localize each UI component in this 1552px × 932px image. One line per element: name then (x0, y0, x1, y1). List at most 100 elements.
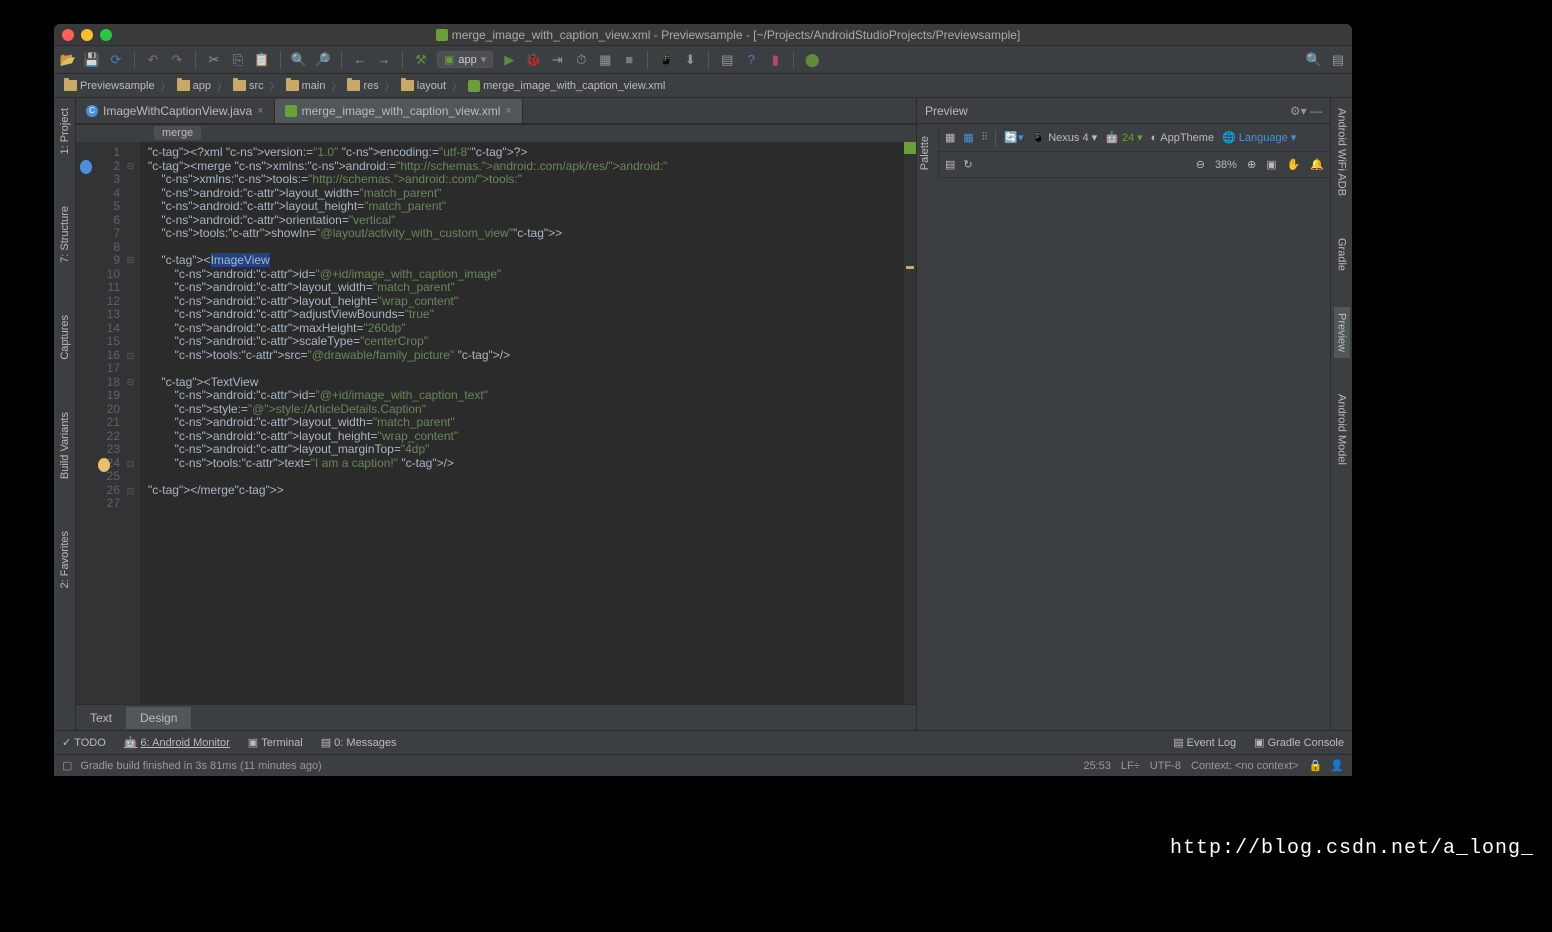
forward-icon[interactable]: → (376, 52, 392, 68)
help-icon[interactable]: ? (743, 52, 759, 68)
preview-tab[interactable]: Preview (1334, 307, 1350, 358)
breadcrumb-tag[interactable]: merge (154, 126, 201, 140)
status-toggle-icon[interactable]: ▢ (62, 759, 72, 772)
undo-icon[interactable]: ↶ (145, 52, 161, 68)
profile-icon[interactable]: ⏱ (573, 52, 589, 68)
folder-icon (286, 80, 299, 91)
android-model-tab[interactable]: Android Model (1334, 388, 1350, 471)
close-tab-icon[interactable]: × (505, 105, 511, 117)
fold-icon[interactable]: ⊡ (126, 485, 135, 499)
stop-icon[interactable]: ■ (621, 52, 637, 68)
fold-icon[interactable]: ⊟ (126, 160, 135, 174)
code-area[interactable]: "c-tag"><?xml "c-ns">version:="1.0" "c-n… (140, 142, 667, 704)
inspection-ok-icon[interactable] (904, 142, 916, 154)
messages-tab[interactable]: ▤ 0: Messages (321, 736, 397, 749)
breadcrumb-item[interactable]: main (282, 79, 330, 93)
close-window-icon[interactable] (62, 29, 74, 41)
gradle-tab[interactable]: Gradle (1334, 232, 1350, 277)
captures-tool-tab[interactable]: Captures (57, 309, 73, 366)
breadcrumb-item[interactable]: Previewsample (60, 79, 159, 93)
fold-icon[interactable]: ⊟ (126, 254, 135, 268)
hide-icon[interactable]: — (1310, 104, 1322, 118)
structure-icon[interactable]: ▤ (719, 52, 735, 68)
file-encoding[interactable]: UTF-8 (1150, 760, 1181, 772)
breadcrumb-item[interactable]: merge_image_with_caption_view.xml (464, 79, 669, 93)
run-config-selector[interactable]: ▣ app ▾ (437, 51, 493, 68)
gradle-console-tab[interactable]: ▣ Gradle Console (1254, 736, 1344, 749)
settings-icon[interactable]: ▤ (1330, 52, 1346, 68)
redo-icon[interactable]: ↷ (169, 52, 185, 68)
maximize-window-icon[interactable] (100, 29, 112, 41)
device-icon[interactable]: ▮ (767, 52, 783, 68)
breadcrumb-item[interactable]: src (229, 79, 268, 93)
replace-icon[interactable]: 🔎 (315, 52, 331, 68)
zoom-in-icon[interactable]: ⊕ (1247, 158, 1256, 171)
event-log-tab[interactable]: ▤ Event Log (1173, 736, 1236, 749)
gutter-class-icon[interactable] (80, 160, 92, 174)
build-variants-tool-tab[interactable]: Build Variants (57, 406, 73, 485)
copy-icon[interactable]: ⎘ (230, 52, 246, 68)
editor-tab-xml[interactable]: merge_image_with_caption_view.xml × (275, 99, 523, 123)
lock-icon[interactable]: 🔒 (1309, 759, 1323, 772)
debug-icon[interactable]: 🐞 (525, 52, 541, 68)
notifications-icon[interactable]: 🔔 (1310, 158, 1324, 171)
coverage-icon[interactable]: ▦ (597, 52, 613, 68)
save-icon[interactable]: 💾 (84, 52, 100, 68)
line-ending[interactable]: LF÷ (1121, 760, 1140, 772)
project-tool-tab[interactable]: 1: Project (57, 102, 73, 160)
palette-tab[interactable]: Palette (917, 130, 933, 176)
editor-tabs: C ImageWithCaptionView.java × merge_imag… (76, 98, 916, 124)
android-logo-icon[interactable]: ⬤ (804, 52, 820, 68)
breadcrumb-item[interactable]: res (343, 79, 382, 93)
minimize-window-icon[interactable] (81, 29, 93, 41)
attach-icon[interactable]: ⇥ (549, 52, 565, 68)
search-everywhere-icon[interactable]: 🔍 (1306, 52, 1322, 68)
pan-icon[interactable]: ✋ (1287, 158, 1301, 171)
hector-icon[interactable]: 👤 (1330, 759, 1344, 772)
both-view-icon[interactable]: ⫶⫶ (982, 131, 988, 144)
avd-icon[interactable]: 📱 (658, 52, 674, 68)
editor-body[interactable]: ⊟ ⊟ ⊡ ⊟ ⊡ ⊡ 1234567891011121314151617181… (76, 142, 916, 704)
open-icon[interactable]: 📂 (60, 52, 76, 68)
text-tab[interactable]: Text (76, 707, 126, 729)
context-label[interactable]: Context: <no context> (1191, 760, 1299, 772)
todo-tab[interactable]: ✓ TODO (62, 736, 106, 749)
close-tab-icon[interactable]: × (257, 105, 263, 117)
show-warnings-icon[interactable]: ▤ (945, 158, 955, 171)
theme-selector[interactable]: ◐AppTheme (1151, 132, 1214, 144)
breadcrumb-item[interactable]: layout (397, 79, 450, 93)
orientation-icon[interactable]: 🔄▾ (1004, 131, 1023, 144)
fold-icon[interactable]: ⊡ (126, 350, 135, 364)
locale-selector[interactable]: 🌐Language▾ (1222, 131, 1296, 144)
cursor-position[interactable]: 25:53 (1083, 760, 1111, 772)
editor-tab-java[interactable]: C ImageWithCaptionView.java × (76, 99, 275, 123)
cut-icon[interactable]: ✂ (206, 52, 222, 68)
gutter-bulb-icon[interactable] (98, 458, 110, 472)
structure-tool-tab[interactable]: 7: Structure (57, 200, 73, 269)
run-icon[interactable]: ▶ (501, 52, 517, 68)
editor-breadcrumb: merge (76, 124, 916, 142)
warning-marker-icon[interactable] (906, 266, 914, 269)
find-icon[interactable]: 🔍 (291, 52, 307, 68)
paste-icon[interactable]: 📋 (254, 52, 270, 68)
design-view-icon[interactable]: ▦ (945, 131, 955, 144)
gear-icon[interactable]: ⚙▾ (1290, 104, 1307, 118)
blueprint-view-icon[interactable]: ▦ (963, 131, 973, 144)
api-selector[interactable]: 🤖24▾ (1105, 131, 1142, 144)
back-icon[interactable]: ← (352, 52, 368, 68)
refresh-icon[interactable]: ↻ (963, 158, 972, 171)
fold-icon[interactable]: ⊟ (126, 376, 135, 390)
terminal-tab[interactable]: ▣ Terminal (248, 736, 303, 749)
sdk-icon[interactable]: ⬇ (682, 52, 698, 68)
sync-icon[interactable]: ⟳ (108, 52, 124, 68)
wifi-adb-tab[interactable]: Android WiFi ADB (1334, 102, 1350, 202)
device-selector[interactable]: 📱Nexus 4▾ (1032, 131, 1098, 144)
breadcrumb-item[interactable]: app (173, 79, 215, 93)
zoom-fit-icon[interactable]: ▣ (1266, 158, 1276, 171)
favorites-tool-tab[interactable]: 2: Favorites (57, 525, 73, 594)
android-monitor-tab[interactable]: 🤖 6: Android Monitor (124, 736, 230, 749)
design-tab[interactable]: Design (126, 707, 191, 729)
fold-icon[interactable]: ⊡ (126, 458, 135, 472)
zoom-out-icon[interactable]: ⊖ (1196, 158, 1205, 171)
build-icon[interactable]: ⚒ (413, 52, 429, 68)
